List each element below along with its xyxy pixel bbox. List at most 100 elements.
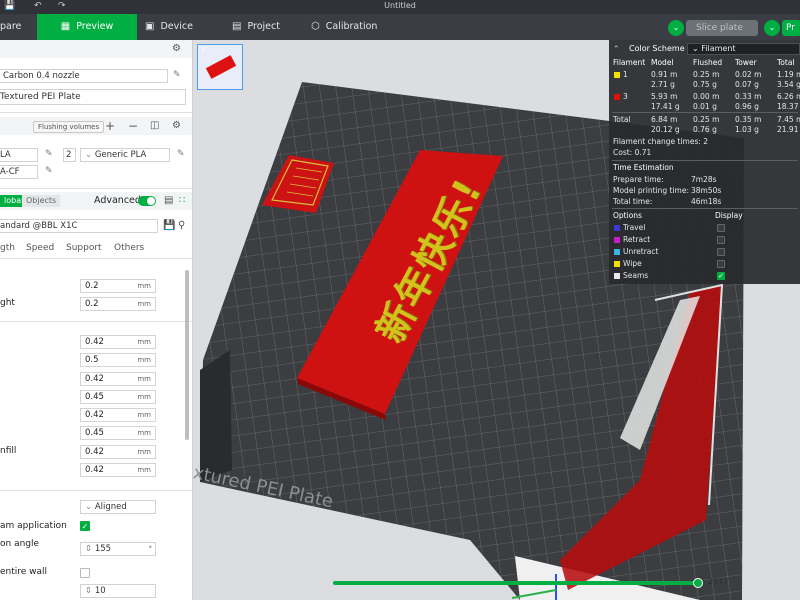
filament-1-edit-icon[interactable]: ✎ (45, 149, 53, 159)
layer-slider-value: 2817 (708, 577, 729, 586)
tab-device[interactable]: ▣ Device (145, 14, 193, 40)
filament-2-value: Generic PLA (94, 150, 147, 160)
print-plate-button[interactable]: Pr (782, 20, 800, 36)
tower-weight: 0.07 g (735, 80, 759, 89)
tab-quality[interactable]: gth (0, 243, 15, 253)
line-width-value: 0.42 (85, 337, 104, 347)
slice-plate-button[interactable]: Slice plate (686, 20, 758, 36)
tab-speed[interactable]: Speed (26, 243, 54, 253)
seams-swatch (614, 273, 620, 279)
unretract-swatch (614, 249, 620, 255)
plate-thumbnail[interactable]: 1 (197, 44, 243, 90)
nozzle-edit-icon[interactable]: ✎ (173, 70, 181, 80)
unit-label: mm (137, 375, 151, 383)
layer-height-input[interactable]: 0.2 mm (80, 279, 156, 293)
color-scheme-value: Filament (701, 44, 736, 53)
unretract-display-checkbox[interactable] (717, 248, 725, 256)
tower-length: 0.02 m (735, 70, 762, 79)
line-width-sparse-infill-input[interactable]: 0.45 mm (80, 426, 156, 440)
option-wipe: Wipe (623, 259, 642, 268)
advanced-switch[interactable] (138, 196, 156, 206)
rotation-angle-stepper[interactable]: ⇕ 155 ° (80, 542, 156, 556)
layer-slider-track[interactable] (333, 581, 698, 585)
last-value-stepper[interactable]: ⇕ 10 (80, 584, 156, 598)
printer-settings-gear-icon[interactable]: ⚙ (172, 43, 181, 54)
col-flushed: Flushed (693, 58, 723, 67)
list-view-icon[interactable]: ▤ (164, 195, 173, 206)
remove-filament-icon[interactable]: − (128, 119, 138, 133)
unit-label: mm (137, 300, 151, 308)
line-width-support-input[interactable]: 0.42 mm (80, 463, 156, 477)
wipe-swatch (614, 261, 620, 267)
save-profile-icon[interactable]: 💾 (163, 220, 175, 231)
seams-display-checkbox[interactable]: ✓ (717, 272, 725, 280)
tab-support[interactable]: Support (66, 243, 102, 253)
collapse-icon[interactable]: ⌃ (613, 44, 619, 53)
line-width-value: 0.42 (85, 465, 104, 475)
sidebar-scrollbar[interactable] (185, 270, 189, 440)
filament-sync-icon[interactable]: ◫ (150, 120, 159, 131)
plate-type-select[interactable]: Textured PEI Plate (0, 89, 186, 105)
filament-1-swatch (614, 72, 620, 78)
filament-1-select[interactable]: LA (0, 148, 38, 162)
total-weight: 21.91 (777, 125, 799, 134)
total-row-label: Total (613, 115, 631, 124)
col-model: Model (651, 58, 674, 67)
filament-id: 1 (623, 70, 628, 79)
tab-others[interactable]: Others (114, 243, 144, 253)
filament-3-select[interactable]: A-CF (0, 165, 38, 179)
layer-height-value: 0.2 (85, 281, 99, 291)
tab-calibration[interactable]: ⬡ Calibration (311, 14, 377, 40)
nozzle-value: Carbon 0.4 nozzle (3, 71, 80, 81)
filament-3-edit-icon[interactable]: ✎ (45, 166, 53, 176)
process-profile-select[interactable]: andard @BBL X1C (0, 219, 158, 233)
tab-prepare[interactable]: pare (0, 14, 36, 40)
filament-1-value: LA (0, 150, 11, 160)
rotation-angle-value: 155 (94, 544, 112, 554)
preview-icon: ▦ (60, 21, 71, 32)
line-width-first-layer-input[interactable]: 0.5 mm (80, 353, 156, 367)
filament-settings-gear-icon[interactable]: ⚙ (172, 120, 181, 131)
tab-project[interactable]: ▤ Project (232, 14, 280, 40)
travel-display-checkbox[interactable] (717, 224, 725, 232)
layer-slider-handle[interactable] (693, 578, 703, 588)
retract-display-checkbox[interactable] (717, 236, 725, 244)
objects-toggle[interactable]: Objects (22, 195, 61, 207)
filament-3-swatch (614, 94, 620, 100)
unit-label: mm (137, 282, 151, 290)
line-width-outer-wall-input[interactable]: 0.42 mm (80, 372, 156, 386)
field-label: ght (0, 298, 15, 308)
slice-dropdown-icon[interactable]: ⌄ (668, 20, 684, 36)
first-layer-height-input[interactable]: 0.2 mm (80, 297, 156, 311)
nozzle-select[interactable]: Carbon 0.4 nozzle (0, 69, 168, 83)
color-scheme-select[interactable]: ⌄ Filament (687, 43, 800, 55)
flushing-volumes-button[interactable]: Flushing volumes (33, 121, 105, 133)
bed-lip (200, 350, 232, 482)
unit-label: mm (137, 429, 151, 437)
option-retract: Retract (623, 235, 651, 244)
device-icon: ▣ (145, 21, 155, 32)
search-icon[interactable]: ⚲ (178, 220, 185, 231)
model-length: 0.91 m (651, 70, 678, 79)
line-width-top-surface-input[interactable]: 0.42 mm (80, 408, 156, 422)
filament-2-select[interactable]: ⌄ Generic PLA (80, 148, 170, 162)
compare-icon[interactable]: ∷ (179, 195, 185, 206)
option-travel: Travel (623, 223, 646, 232)
seam-application-checkbox[interactable]: ✓ (80, 521, 90, 531)
line-width-internal-infill-input[interactable]: 0.42 mm (80, 445, 156, 459)
wipe-display-checkbox[interactable] (717, 260, 725, 268)
tab-preview[interactable]: ▦ Preview (37, 14, 137, 40)
total-weight: 3.54 g (777, 80, 800, 89)
filament-2-edit-icon[interactable]: ✎ (177, 149, 185, 159)
unit-label: mm (137, 356, 151, 364)
add-filament-icon[interactable]: + (105, 119, 115, 133)
line-width-inner-wall-input[interactable]: 0.45 mm (80, 390, 156, 404)
flushed-length: 0.25 m (693, 115, 720, 124)
chevron-down-icon: ⌄ (692, 44, 702, 53)
project-icon: ▤ (232, 21, 242, 32)
seam-position-select[interactable]: ⌄ Aligned (80, 500, 156, 514)
line-width-default-input[interactable]: 0.42 mm (80, 335, 156, 349)
print-dropdown-icon[interactable]: ⌄ (764, 20, 780, 36)
option-seams: Seams (623, 271, 649, 280)
entire-wall-checkbox[interactable] (80, 568, 90, 578)
